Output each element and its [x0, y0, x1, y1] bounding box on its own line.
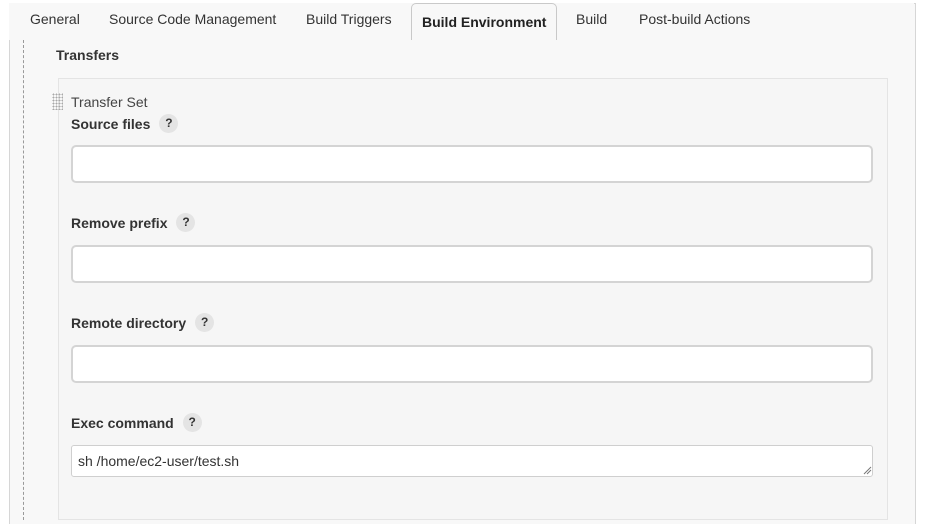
remote-directory-label: Remote directory ?	[71, 313, 215, 332]
tab-post-build-actions[interactable]: Post-build Actions	[639, 4, 750, 37]
exec-command-label: Exec command ?	[71, 413, 202, 432]
remove-prefix-input[interactable]	[71, 245, 873, 283]
help-icon[interactable]: ?	[176, 213, 196, 232]
exec-command-textarea[interactable]: sh /home/ec2-user/test.sh	[71, 445, 873, 477]
source-files-input[interactable]	[71, 145, 873, 183]
source-files-label: Source files ?	[71, 114, 179, 133]
remove-prefix-label-text: Remove prefix	[71, 214, 168, 231]
section-title: Transfers	[56, 47, 120, 63]
drag-handle-icon[interactable]	[52, 93, 63, 110]
resize-grip-icon[interactable]	[862, 465, 872, 475]
tab-source-code-management[interactable]: Source Code Management	[109, 4, 276, 37]
tab-build-triggers[interactable]: Build Triggers	[306, 4, 392, 37]
tab-build[interactable]: Build	[576, 4, 607, 37]
exec-command-label-text: Exec command	[71, 414, 174, 431]
transfer-set-label: Transfer Set	[71, 94, 148, 110]
section-indent-line	[23, 40, 24, 520]
tab-build-environment[interactable]: Build Environment	[411, 3, 558, 40]
tab-general[interactable]: General	[30, 4, 80, 37]
help-icon[interactable]: ?	[195, 313, 215, 332]
help-icon[interactable]: ?	[159, 114, 179, 133]
remove-prefix-label: Remove prefix ?	[71, 213, 196, 232]
remote-directory-label-text: Remote directory	[71, 314, 187, 331]
remote-directory-input[interactable]	[71, 345, 873, 383]
source-files-label-text: Source files	[71, 115, 151, 132]
help-icon[interactable]: ?	[182, 413, 202, 432]
